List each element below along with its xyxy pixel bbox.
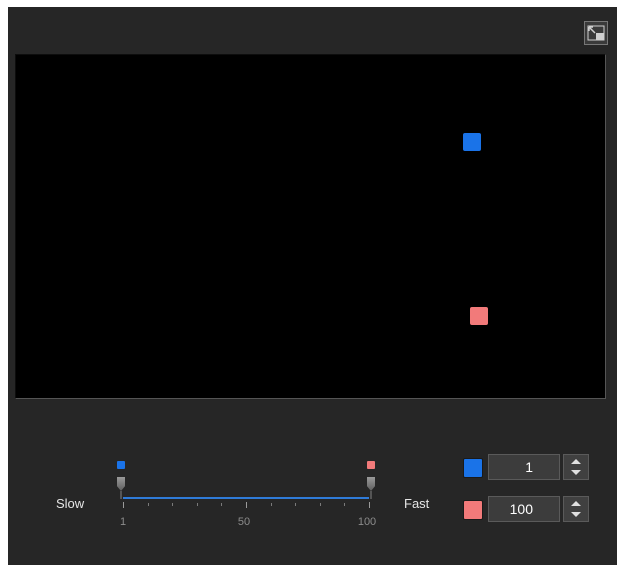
preview-area[interactable] <box>15 54 606 399</box>
slider-tick <box>123 502 124 508</box>
slider-tick <box>172 503 173 506</box>
expand-icon <box>587 25 605 41</box>
low-speed-stepper[interactable] <box>563 454 589 480</box>
blue-marker[interactable] <box>463 133 481 151</box>
high-speed-stepper[interactable] <box>563 496 589 522</box>
chevron-up-icon <box>571 501 581 506</box>
slider-tick <box>197 503 198 506</box>
tick-label-mid: 50 <box>237 516 251 528</box>
high-color-chip <box>463 500 483 520</box>
slider-tick <box>295 503 296 506</box>
fast-label: Fast <box>404 496 430 511</box>
chevron-down-icon <box>571 512 581 517</box>
expand-button[interactable] <box>584 21 608 45</box>
low-speed-down[interactable] <box>564 467 588 479</box>
slider-tick <box>344 503 345 506</box>
high-thumb-stem <box>370 491 372 499</box>
slider-tick <box>271 503 272 506</box>
tick-label-max: 100 <box>357 516 377 528</box>
slider-tick <box>148 503 149 506</box>
low-thumb-swatch <box>117 461 125 469</box>
speed-slider-track[interactable] <box>123 497 369 499</box>
high-speed-input[interactable]: 100 <box>488 496 560 522</box>
slider-thumb-high[interactable] <box>367 461 375 499</box>
tick-label-min: 1 <box>119 516 127 528</box>
high-speed-up[interactable] <box>564 497 588 509</box>
chevron-down-icon <box>571 470 581 475</box>
low-thumb-stem <box>120 491 122 499</box>
slider-tick <box>369 502 370 508</box>
slider-thumb-low[interactable] <box>117 461 125 499</box>
high-thumb-swatch <box>367 461 375 469</box>
high-thumb-grip <box>367 477 375 491</box>
slow-label: Slow <box>56 496 85 511</box>
low-color-chip <box>463 458 483 478</box>
high-speed-down[interactable] <box>564 509 588 521</box>
slider-tick <box>320 503 321 506</box>
low-speed-input[interactable]: 1 <box>488 454 560 480</box>
chevron-up-icon <box>571 459 581 464</box>
low-thumb-grip <box>117 477 125 491</box>
slider-tick <box>246 502 247 508</box>
red-marker[interactable] <box>470 307 488 325</box>
slider-tick <box>221 503 222 506</box>
low-speed-up[interactable] <box>564 455 588 467</box>
